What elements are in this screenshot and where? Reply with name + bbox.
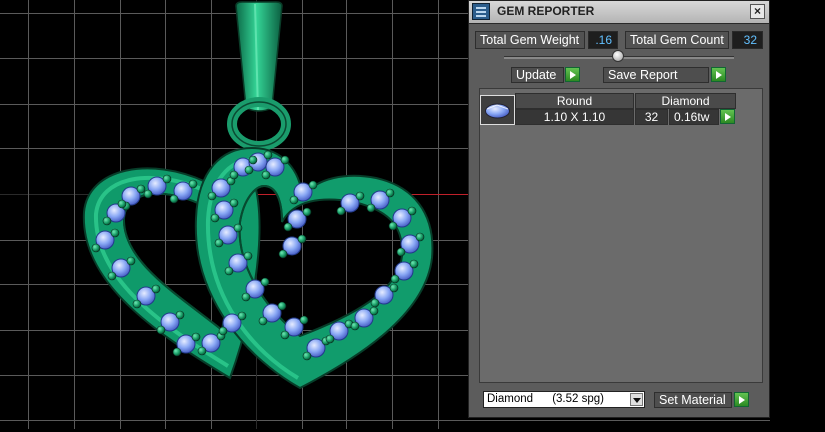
prong-bead bbox=[308, 180, 318, 190]
gem-material-header: Diamond bbox=[635, 93, 736, 109]
total-gem-weight-label: Total Gem Weight bbox=[475, 31, 585, 49]
prong-bead bbox=[151, 284, 161, 294]
prong-bead bbox=[243, 251, 253, 261]
pendant-bail bbox=[227, 1, 291, 151]
prong-bead bbox=[172, 347, 182, 357]
gem-count-cell: 32 bbox=[635, 109, 668, 125]
prong-bead bbox=[366, 203, 376, 213]
gem-size-cell: 1.10 X 1.10 bbox=[515, 109, 634, 125]
set-material-play-icon[interactable] bbox=[734, 392, 749, 407]
set-material-button[interactable]: Set Material bbox=[654, 392, 732, 408]
prong-bead bbox=[389, 283, 399, 293]
gem-shape-header: Round bbox=[515, 93, 634, 109]
prong-bead bbox=[385, 188, 395, 198]
prong-bead bbox=[280, 155, 290, 165]
save-report-button[interactable]: Save Report bbox=[603, 67, 709, 83]
prong-bead bbox=[263, 150, 273, 160]
prong-bead bbox=[218, 326, 228, 336]
update-button[interactable]: Update bbox=[511, 67, 564, 83]
prong-bead bbox=[407, 206, 417, 216]
round-gem-icon[interactable] bbox=[480, 95, 515, 125]
prong-bead bbox=[107, 271, 117, 281]
prong-bead bbox=[277, 301, 287, 311]
prong-bead bbox=[102, 216, 112, 226]
prong-bead bbox=[191, 332, 201, 342]
total-gem-count-value: 32 bbox=[732, 31, 763, 49]
gem-reporter-panel: GEM REPORTER × Total Gem Weight .16 Tota… bbox=[468, 0, 770, 418]
gem-reporter-icon bbox=[472, 3, 490, 20]
prong-bead bbox=[396, 247, 406, 257]
prong-bead bbox=[233, 223, 243, 233]
prong-bead bbox=[355, 191, 365, 201]
prong-bead bbox=[237, 311, 247, 321]
prong-bead bbox=[302, 351, 312, 361]
prong-bead bbox=[388, 221, 398, 231]
prong-bead bbox=[289, 195, 299, 205]
prong-bead bbox=[325, 334, 335, 344]
prong-bead bbox=[258, 316, 268, 326]
prong-bead bbox=[390, 274, 400, 284]
gem-weight-cell: 0.16tw bbox=[669, 109, 719, 125]
prong-bead bbox=[350, 321, 360, 331]
prong-bead bbox=[197, 346, 207, 356]
save-report-play-icon[interactable] bbox=[711, 67, 726, 82]
prong-bead bbox=[110, 228, 120, 238]
prong-bead bbox=[261, 170, 271, 180]
prong-bead bbox=[136, 184, 146, 194]
prong-bead bbox=[248, 155, 258, 165]
prong-bead bbox=[132, 299, 142, 309]
panel-titlebar[interactable]: GEM REPORTER × bbox=[469, 1, 769, 24]
update-play-icon[interactable] bbox=[565, 67, 580, 82]
prong-bead bbox=[214, 238, 224, 248]
prong-bead bbox=[370, 298, 380, 308]
prong-bead bbox=[162, 174, 172, 184]
prong-bead bbox=[299, 315, 309, 325]
gem-list[interactable] bbox=[479, 88, 763, 383]
prong-bead bbox=[244, 165, 254, 175]
prong-bead bbox=[415, 232, 425, 242]
prong-bead bbox=[409, 259, 419, 269]
prong-bead bbox=[241, 292, 251, 302]
gem-row-play-icon[interactable] bbox=[720, 109, 735, 124]
prong-bead bbox=[188, 179, 198, 189]
prong-bead bbox=[210, 213, 220, 223]
prong-bead bbox=[260, 277, 270, 287]
prong-bead bbox=[117, 199, 127, 209]
size-slider-handle[interactable] bbox=[612, 50, 624, 62]
prong-bead bbox=[278, 249, 288, 259]
panel-title: GEM REPORTER bbox=[497, 4, 595, 18]
chevron-down-icon[interactable] bbox=[630, 393, 643, 406]
prong-bead bbox=[336, 206, 346, 216]
viewport-edge bbox=[770, 0, 825, 429]
prong-bead bbox=[175, 310, 185, 320]
material-select[interactable]: Diamond (3.52 spg) bbox=[483, 391, 645, 408]
prong-bead bbox=[224, 266, 234, 276]
prong-bead bbox=[156, 325, 166, 335]
prong-bead bbox=[283, 222, 293, 232]
prong-bead bbox=[169, 194, 179, 204]
prong-bead bbox=[280, 330, 290, 340]
prong-bead bbox=[91, 243, 101, 253]
prong-bead bbox=[297, 234, 307, 244]
prong-bead bbox=[126, 256, 136, 266]
total-gem-count-label: Total Gem Count bbox=[625, 31, 729, 49]
prong-bead bbox=[229, 198, 239, 208]
prong-bead bbox=[143, 189, 153, 199]
prong-bead bbox=[369, 306, 379, 316]
prong-bead bbox=[302, 207, 312, 217]
prong-bead bbox=[229, 170, 239, 180]
close-icon[interactable]: × bbox=[750, 4, 765, 19]
total-gem-weight-value: .16 bbox=[588, 31, 618, 49]
prong-bead bbox=[207, 191, 217, 201]
material-select-value: Diamond (3.52 spg) bbox=[487, 393, 604, 405]
